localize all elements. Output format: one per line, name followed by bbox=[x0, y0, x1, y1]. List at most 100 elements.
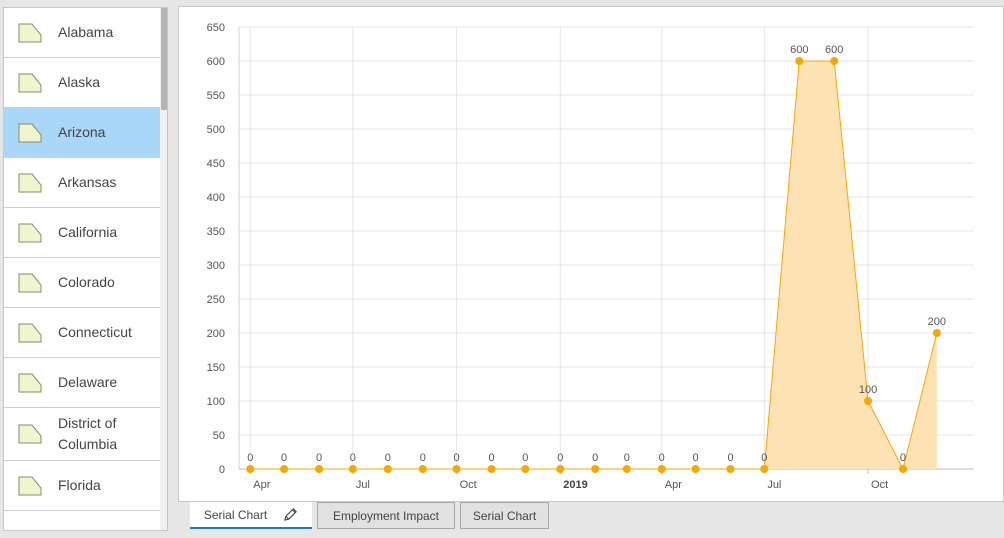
data-label: 0 bbox=[385, 452, 391, 464]
x-tick-label: Apr bbox=[253, 479, 270, 491]
y-tick-label: 100 bbox=[207, 396, 225, 408]
data-label: 0 bbox=[281, 452, 287, 464]
polygon-feature-icon bbox=[18, 273, 42, 292]
list-item[interactable]: Arkansas bbox=[4, 158, 161, 208]
list-item-label: Florida bbox=[58, 477, 101, 493]
data-label: 0 bbox=[727, 452, 733, 464]
data-label: 0 bbox=[488, 452, 494, 464]
list-item-label: California bbox=[58, 224, 118, 240]
data-point bbox=[760, 465, 769, 473]
list-item-label: Delaware bbox=[58, 374, 118, 390]
list-item[interactable]: Connecticut bbox=[4, 308, 161, 358]
list-item-label: Alaska bbox=[58, 74, 101, 90]
list-item[interactable]: California bbox=[4, 208, 161, 258]
y-tick-label: 400 bbox=[207, 192, 225, 204]
data-label: 0 bbox=[692, 452, 698, 464]
x-tick-label: Oct bbox=[871, 479, 888, 491]
data-point bbox=[864, 397, 873, 405]
polygon-feature-icon bbox=[18, 73, 42, 92]
data-point bbox=[657, 465, 666, 473]
x-tick-label: Jul bbox=[767, 479, 781, 491]
data-point bbox=[591, 465, 600, 473]
feature-list-panel: Alabama Alaska Arizona Arkansas California Co… bbox=[3, 7, 168, 531]
x-tick-label: 2019 bbox=[563, 479, 587, 491]
data-label: 0 bbox=[454, 452, 460, 464]
data-label: 0 bbox=[316, 452, 322, 464]
y-tick-label: 250 bbox=[207, 294, 225, 306]
tab-serial-chart[interactable]: Serial Chart bbox=[460, 502, 549, 529]
data-point bbox=[726, 465, 735, 473]
pencil-icon[interactable] bbox=[283, 507, 298, 522]
data-label: 0 bbox=[557, 452, 563, 464]
data-point bbox=[691, 465, 700, 473]
y-tick-label: 500 bbox=[207, 124, 225, 136]
polygon-feature-icon bbox=[18, 123, 42, 142]
tab-employment-impact[interactable]: Employment Impact bbox=[317, 502, 455, 529]
y-tick-label: 650 bbox=[207, 22, 225, 34]
list-item[interactable]: Arizona bbox=[4, 108, 161, 158]
y-tick-label: 300 bbox=[207, 260, 225, 272]
y-tick-label: 550 bbox=[207, 90, 225, 102]
data-point bbox=[280, 465, 289, 473]
list-item-label: Connecticut bbox=[58, 324, 132, 340]
data-label: 0 bbox=[659, 452, 665, 464]
data-label: 100 bbox=[859, 384, 877, 396]
tab-label: Serial Chart bbox=[472, 508, 537, 523]
data-label: 0 bbox=[247, 452, 253, 464]
y-tick-label: 600 bbox=[207, 56, 225, 68]
list-item[interactable]: Alabama bbox=[4, 8, 161, 58]
feature-list: Alabama Alaska Arizona Arkansas California Co… bbox=[4, 8, 161, 511]
y-tick-label: 200 bbox=[207, 328, 225, 340]
data-point bbox=[246, 465, 255, 473]
y-tick-label: 450 bbox=[207, 158, 225, 170]
y-tick-label: 50 bbox=[213, 430, 225, 442]
chart-panel: 0 50 100 150 200 250 300 350 400 450 500 550 600 650 A… bbox=[178, 6, 1004, 502]
list-item[interactable]: Delaware bbox=[4, 358, 161, 408]
polygon-feature-icon bbox=[18, 373, 42, 392]
list-scrollbar[interactable] bbox=[160, 8, 167, 530]
data-label: 600 bbox=[790, 44, 808, 56]
list-item[interactable]: District of Columbia bbox=[4, 408, 161, 461]
list-item-label: Arkansas bbox=[58, 174, 117, 190]
data-label: 0 bbox=[350, 452, 356, 464]
x-tick-label: Oct bbox=[460, 479, 477, 491]
list-item[interactable]: Colorado bbox=[4, 258, 161, 308]
data-point bbox=[452, 465, 461, 473]
polygon-feature-icon bbox=[18, 476, 42, 495]
list-item-label: District of Columbia bbox=[58, 415, 118, 452]
data-label: 600 bbox=[825, 44, 843, 56]
serial-chart: 0 50 100 150 200 250 300 350 400 450 500 550 600 650 A… bbox=[207, 22, 974, 491]
list-scrollbar-thumb[interactable] bbox=[161, 8, 167, 110]
data-label: 200 bbox=[928, 316, 946, 328]
tab-label: Employment Impact bbox=[332, 508, 440, 523]
tab-serial-chart[interactable]: Serial Chart bbox=[190, 502, 312, 529]
data-point bbox=[348, 465, 357, 473]
data-point bbox=[622, 465, 631, 473]
tab-label: Serial Chart bbox=[203, 507, 268, 522]
data-label: 0 bbox=[624, 452, 630, 464]
data-point bbox=[556, 465, 565, 473]
list-item[interactable]: Alaska bbox=[4, 58, 161, 108]
data-label: 0 bbox=[522, 452, 528, 464]
polygon-feature-icon bbox=[18, 23, 42, 42]
y-tick-label: 0 bbox=[219, 464, 225, 476]
polygon-feature-icon bbox=[18, 223, 42, 242]
data-point bbox=[418, 465, 427, 473]
data-label: 0 bbox=[592, 452, 598, 464]
list-item[interactable]: Florida bbox=[4, 461, 161, 511]
x-tick-label: Apr bbox=[665, 479, 682, 491]
data-point bbox=[932, 329, 941, 337]
data-label: 0 bbox=[420, 452, 426, 464]
data-point bbox=[315, 465, 324, 473]
y-tick-label: 150 bbox=[207, 362, 225, 374]
data-point bbox=[795, 57, 804, 65]
y-tick-label: 350 bbox=[207, 226, 225, 238]
data-point bbox=[487, 465, 496, 473]
polygon-feature-icon bbox=[18, 323, 42, 342]
data-label: 0 bbox=[900, 452, 906, 464]
polygon-feature-icon bbox=[18, 173, 42, 192]
list-item-label: Colorado bbox=[58, 274, 115, 290]
polygon-feature-icon bbox=[18, 424, 42, 444]
data-label: 0 bbox=[761, 452, 767, 464]
data-point bbox=[383, 465, 392, 473]
